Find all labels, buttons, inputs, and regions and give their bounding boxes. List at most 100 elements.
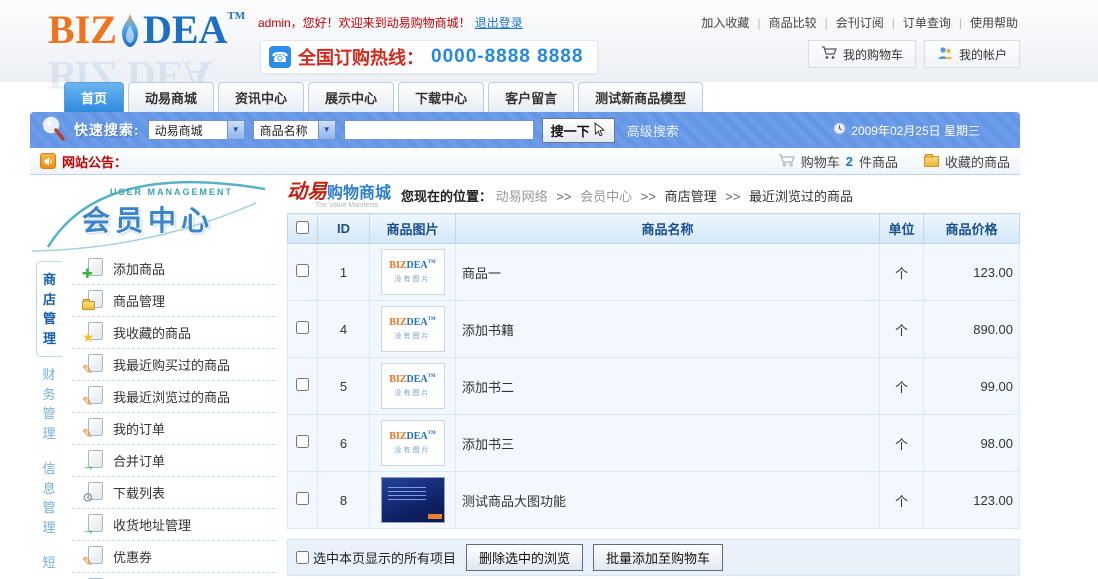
greeting-text: admin，您好！欢迎来到动易购物商城！	[258, 16, 471, 30]
cell-price: 99.00	[924, 358, 1020, 415]
search-field-value: 商品名称	[254, 122, 318, 139]
row-checkbox[interactable]	[296, 321, 309, 334]
link-compare[interactable]: 商品比较	[769, 16, 817, 30]
date-display: 2009年02月25日 星期三	[833, 112, 980, 148]
cell-id: 8	[318, 472, 370, 529]
product-thumbnail[interactable]: BIZDEATM没有图片	[381, 249, 445, 295]
my-account-button[interactable]: 我的帐户	[924, 40, 1020, 68]
vtab-sms[interactable]: 短	[36, 545, 62, 579]
select-all-header-checkbox[interactable]	[296, 221, 309, 234]
link-order-query[interactable]: 订单查询	[903, 16, 951, 30]
search-button[interactable]: 搜一下	[542, 118, 615, 143]
star-page-icon: ★	[82, 322, 104, 343]
sidebar-vertical-tabs: 商店管理 财务管理 信息管理 短	[30, 253, 64, 579]
menu-item-label: 合并订单	[113, 451, 165, 470]
breadcrumb-separator: >>	[556, 189, 571, 204]
product-thumbnail[interactable]: BIZDEATM没有图片	[381, 420, 445, 466]
row-checkbox[interactable]	[296, 435, 309, 448]
cell-name[interactable]: 测试商品大图功能	[456, 472, 880, 529]
breadcrumb: 您现在的位置： 动易网络 >> 会员中心 >> 商店管理 >> 最近浏览过的商品	[401, 186, 853, 205]
clock-icon	[833, 122, 846, 138]
row-checkbox[interactable]	[296, 264, 309, 277]
vtab-label: 商店管理	[43, 270, 57, 348]
product-thumbnail[interactable]: BIZDEATM没有图片	[381, 363, 445, 409]
batch-add-cart-button[interactable]: 批量添加至购物车	[593, 544, 723, 571]
link-add-favorite[interactable]: 加入收藏	[701, 16, 749, 30]
menu-wholesale[interactable]: → 批发商品	[72, 573, 275, 579]
tab-guestbook[interactable]: 客户留言	[488, 82, 574, 112]
tab-news[interactable]: 资讯中心	[218, 82, 304, 112]
cell-price: 890.00	[924, 301, 1020, 358]
hotline-number: 0000-8888 8888	[431, 46, 583, 68]
page: BIZ DEA BIZDEATM admin，您好！欢迎来到动易购物商城！退出登…	[0, 0, 1098, 579]
product-thumbnail[interactable]: BIZDEATM没有图片	[381, 306, 445, 352]
date-text: 2009年02月25日 星期三	[851, 122, 980, 139]
edit-page-icon: ✎	[82, 546, 104, 567]
favorites-label: 收藏的商品	[945, 152, 1010, 171]
select-all-label[interactable]: 选中本页显示的所有项目	[296, 548, 456, 567]
link-subscribe[interactable]: 会刊订阅	[836, 16, 884, 30]
link-separator: |	[892, 16, 895, 30]
search-input[interactable]	[344, 120, 534, 140]
my-cart-button[interactable]: 我的购物车	[808, 40, 916, 68]
menu-shipping-address[interactable]: → 收货地址管理	[72, 509, 275, 541]
search-scope-select[interactable]: 动易商城 ▼	[148, 120, 245, 140]
cell-id: 4	[318, 301, 370, 358]
menu-recently-viewed[interactable]: ✎ 我最近浏览过的商品	[72, 381, 275, 413]
cell-name[interactable]: 添加书三	[456, 415, 880, 472]
logout-link[interactable]: 退出登录	[475, 16, 523, 30]
row-checkbox[interactable]	[296, 492, 309, 505]
breadcrumb-link-site[interactable]: 动易网络	[496, 189, 548, 204]
breadcrumb-row: 动易购物商城 The Value Manifests 您现在的位置： 动易网络 …	[287, 179, 1020, 211]
advanced-search-link[interactable]: 高级搜索	[627, 121, 679, 140]
menu-my-orders[interactable]: ✎ 我的订单	[72, 413, 275, 445]
tab-showcase[interactable]: 展示中心	[308, 82, 394, 112]
arrow-page-icon: →	[82, 514, 104, 535]
cart-summary-link[interactable]: 购物车2件商品	[778, 152, 898, 171]
logo-tm: TM	[227, 10, 245, 22]
menu-recently-bought[interactable]: ✎ 我最近购买过的商品	[72, 349, 275, 381]
menu-product-management[interactable]: 商品管理	[72, 285, 275, 317]
link-separator: |	[959, 16, 962, 30]
tab-download[interactable]: 下载中心	[398, 82, 484, 112]
row-checkbox[interactable]	[296, 378, 309, 391]
link-help[interactable]: 使用帮助	[970, 16, 1018, 30]
tab-mall[interactable]: 动易商城	[128, 82, 214, 112]
menu-coupons[interactable]: ✎ 优惠券	[72, 541, 275, 573]
vtab-info-management[interactable]: 信息管理	[36, 451, 62, 545]
menu-merge-orders[interactable]: → 合并订单	[72, 445, 275, 477]
cell-unit: 个	[880, 472, 924, 529]
menu-item-label: 我最近浏览过的商品	[113, 387, 230, 406]
menu-item-label: 我最近购买过的商品	[113, 355, 230, 374]
select-all-checkbox[interactable]	[296, 551, 309, 564]
favorites-link[interactable]: 收藏的商品	[924, 152, 1010, 171]
tab-test-model[interactable]: 测试新商品模型	[578, 82, 703, 112]
menu-download-list[interactable]: ⚙ 下载列表	[72, 477, 275, 509]
menu-my-favorites[interactable]: ★ 我收藏的商品	[72, 317, 275, 349]
content-area: 动易购物商城 The Value Manifests 您现在的位置： 动易网络 …	[275, 175, 1020, 576]
breadcrumb-link-member[interactable]: 会员中心	[580, 189, 632, 204]
sidebar-body: 商店管理 财务管理 信息管理 短 ✚ 添加商品 商品管理 ★	[30, 253, 275, 579]
cell-name[interactable]: 添加书二	[456, 358, 880, 415]
search-field-select[interactable]: 商品名称 ▼	[253, 120, 336, 140]
cell-name[interactable]: 商品一	[456, 244, 880, 301]
product-photo-thumbnail[interactable]	[381, 477, 445, 523]
vtab-finance-management[interactable]: 财务管理	[36, 357, 62, 451]
cell-unit: 个	[880, 301, 924, 358]
vtab-label: 信息管理	[42, 459, 56, 537]
cart-summary-suffix: 件商品	[859, 152, 898, 171]
menu-add-product[interactable]: ✚ 添加商品	[72, 253, 275, 285]
speaker-icon	[40, 153, 56, 169]
vtab-shop-management[interactable]: 商店管理	[36, 261, 62, 357]
chevron-down-icon: ▼	[318, 121, 335, 139]
hotline-label: 全国订购热线：	[298, 44, 424, 70]
breadcrumb-link-shop[interactable]: 商店管理	[665, 189, 717, 204]
menu-item-label: 我收藏的商品	[113, 323, 191, 342]
quick-search-bar: 快速搜索: 动易商城 ▼ 商品名称 ▼ 搜一下 高级搜索 2009年02月25日…	[30, 112, 1020, 148]
delete-selected-button[interactable]: 删除选中的浏览	[466, 544, 583, 571]
cell-name[interactable]: 添加书籍	[456, 301, 880, 358]
menu-item-label: 商品管理	[113, 291, 165, 310]
magnifier-icon	[40, 115, 66, 145]
tab-home[interactable]: 首页	[64, 82, 124, 112]
folder-page-icon	[82, 290, 104, 311]
